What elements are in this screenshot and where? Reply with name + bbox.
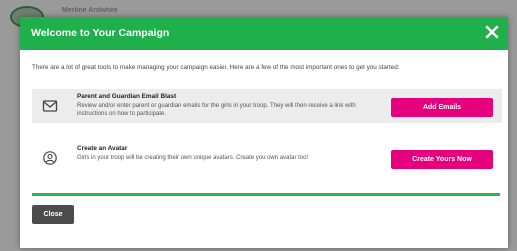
welcome-modal: Welcome to Your Campaign There are a lot…	[20, 17, 508, 248]
tool-row-avatar: Create an Avatar Girls in your troop wil…	[32, 141, 502, 175]
tool-row-email-blast: Parent and Guardian Email Blast Review a…	[32, 89, 502, 123]
tool-title: Parent and Guardian Email Blast	[77, 93, 177, 100]
divider	[32, 193, 500, 196]
close-icon[interactable]	[484, 24, 500, 40]
avatar-icon	[42, 151, 58, 165]
add-emails-button[interactable]: Add Emails	[391, 98, 493, 117]
tool-text: Parent and Guardian Email Blast Review a…	[77, 93, 377, 118]
create-avatar-button[interactable]: Create Yours Now	[391, 150, 493, 169]
tool-description: Review and/or enter parent or guardian e…	[77, 103, 356, 117]
tool-description: Girls in your troop will be creating the…	[77, 155, 309, 161]
intro-text: There are a lot of great tools to make m…	[32, 64, 400, 71]
tool-text: Create an Avatar Girls in your troop wil…	[77, 145, 377, 162]
modal-title: Welcome to Your Campaign	[31, 27, 170, 39]
tool-title: Create an Avatar	[77, 145, 128, 152]
envelope-icon	[42, 99, 58, 113]
modal-header: Welcome to Your Campaign	[20, 17, 508, 50]
close-button[interactable]: Close	[32, 205, 74, 224]
background-org-name: Merline Ardwhee	[62, 7, 118, 14]
